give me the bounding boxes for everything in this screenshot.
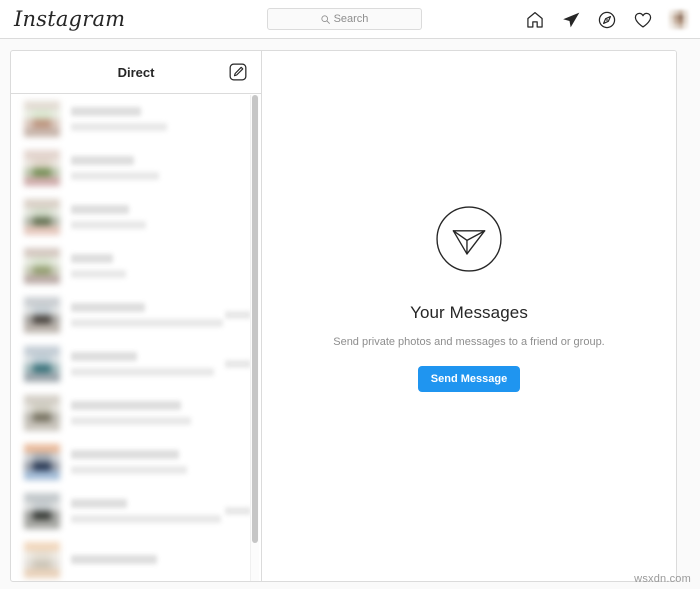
conversation-row[interactable] [11,241,261,290]
conversation-avatar [24,394,60,431]
explore-compass-icon[interactable] [597,10,617,30]
avatar-redacted-pixels [24,541,60,578]
conversation-text [71,155,219,180]
top-navigation-bar: Instagram Search [0,0,700,39]
conversation-row[interactable] [11,535,261,581]
direct-messages-panel: Direct Your Messages Send private photos… [10,50,677,582]
conversation-avatar [24,345,60,382]
conversation-text [71,106,219,131]
message-pane: Your Messages Send private photos and me… [262,51,676,581]
conversation-list-scrollbar[interactable] [250,95,259,581]
watermark: wsxdn.com [634,573,691,585]
scrollbar-thumb[interactable] [252,95,258,543]
paper-plane-circle-icon [436,205,502,272]
direct-paper-plane-icon[interactable] [561,10,581,30]
avatar-redacted-pixels [24,247,60,284]
avatar-redacted-pixels [24,149,60,186]
instagram-logo[interactable]: Instagram [14,6,125,33]
conversation-text [71,204,219,229]
search-icon [320,14,330,24]
conversation-avatar [24,492,60,529]
conversation-preview-redacted [71,465,187,474]
profile-avatar[interactable] [669,10,688,29]
conversation-timestamp-redacted [225,506,251,515]
conversation-avatar [24,198,60,235]
avatar-redacted-pixels [24,492,60,529]
conversation-avatar [24,149,60,186]
conversation-row[interactable] [11,388,261,437]
conversation-row[interactable] [11,339,261,388]
avatar-redacted-pixels [24,296,60,333]
new-message-compose-icon[interactable] [228,62,248,82]
conversation-preview-redacted [71,318,223,327]
empty-state-subtitle: Send private photos and messages to a fr… [333,335,605,348]
conversation-preview-redacted [71,220,146,229]
conversation-timestamp-redacted [225,359,251,368]
conversation-preview-redacted [71,514,221,523]
conversation-avatar [24,247,60,284]
empty-state-title: Your Messages [410,302,528,322]
avatar-redacted-pixels [24,100,60,137]
search-placeholder-text: Search [333,13,369,25]
avatar-redacted-pixels [24,443,60,480]
conversation-username-redacted [71,253,113,263]
conversation-row[interactable] [11,192,261,241]
conversation-row[interactable] [11,94,261,143]
conversation-username-redacted [71,555,157,564]
conversation-avatar [24,541,60,578]
conversation-username-redacted [71,400,181,410]
avatar-redacted-pixels [669,10,688,29]
conversation-username-redacted [71,351,137,361]
nav-icon-group [525,0,688,39]
conversation-username-redacted [71,498,127,508]
home-icon[interactable] [525,10,545,30]
conversation-text [71,302,223,327]
conversation-text [71,449,219,474]
conversation-avatar [24,443,60,480]
conversation-row[interactable] [11,437,261,486]
conversation-list-column: Direct [11,51,262,581]
conversation-text [71,498,221,523]
conversation-username-redacted [71,106,141,116]
activity-heart-icon[interactable] [633,10,653,30]
conversation-preview-redacted [71,416,191,425]
conversation-text [71,253,219,278]
conversation-username-redacted [71,155,134,165]
direct-header: Direct [11,51,261,94]
conversation-list[interactable] [11,94,261,581]
conversation-preview-redacted [71,171,159,180]
conversation-row[interactable] [11,486,261,535]
send-message-button[interactable]: Send Message [417,365,521,392]
conversation-timestamp-redacted [225,310,251,319]
empty-state: Your Messages Send private photos and me… [333,205,605,392]
direct-title: Direct [117,64,155,80]
conversation-avatar [24,100,60,137]
conversation-preview-redacted [71,367,214,376]
conversation-username-redacted [71,449,179,459]
conversation-row[interactable] [11,290,261,339]
avatar-redacted-pixels [24,345,60,382]
conversation-text [71,351,219,376]
conversation-username-redacted [71,302,145,312]
conversation-avatar [24,296,60,333]
avatar-redacted-pixels [24,394,60,431]
conversation-preview-redacted [71,122,167,131]
conversation-username-redacted [71,204,129,214]
conversation-preview-redacted [71,269,126,278]
conversation-text [71,555,219,564]
conversation-row[interactable] [11,143,261,192]
search-input[interactable]: Search [267,8,422,30]
conversation-text [71,400,219,425]
avatar-redacted-pixels [24,198,60,235]
